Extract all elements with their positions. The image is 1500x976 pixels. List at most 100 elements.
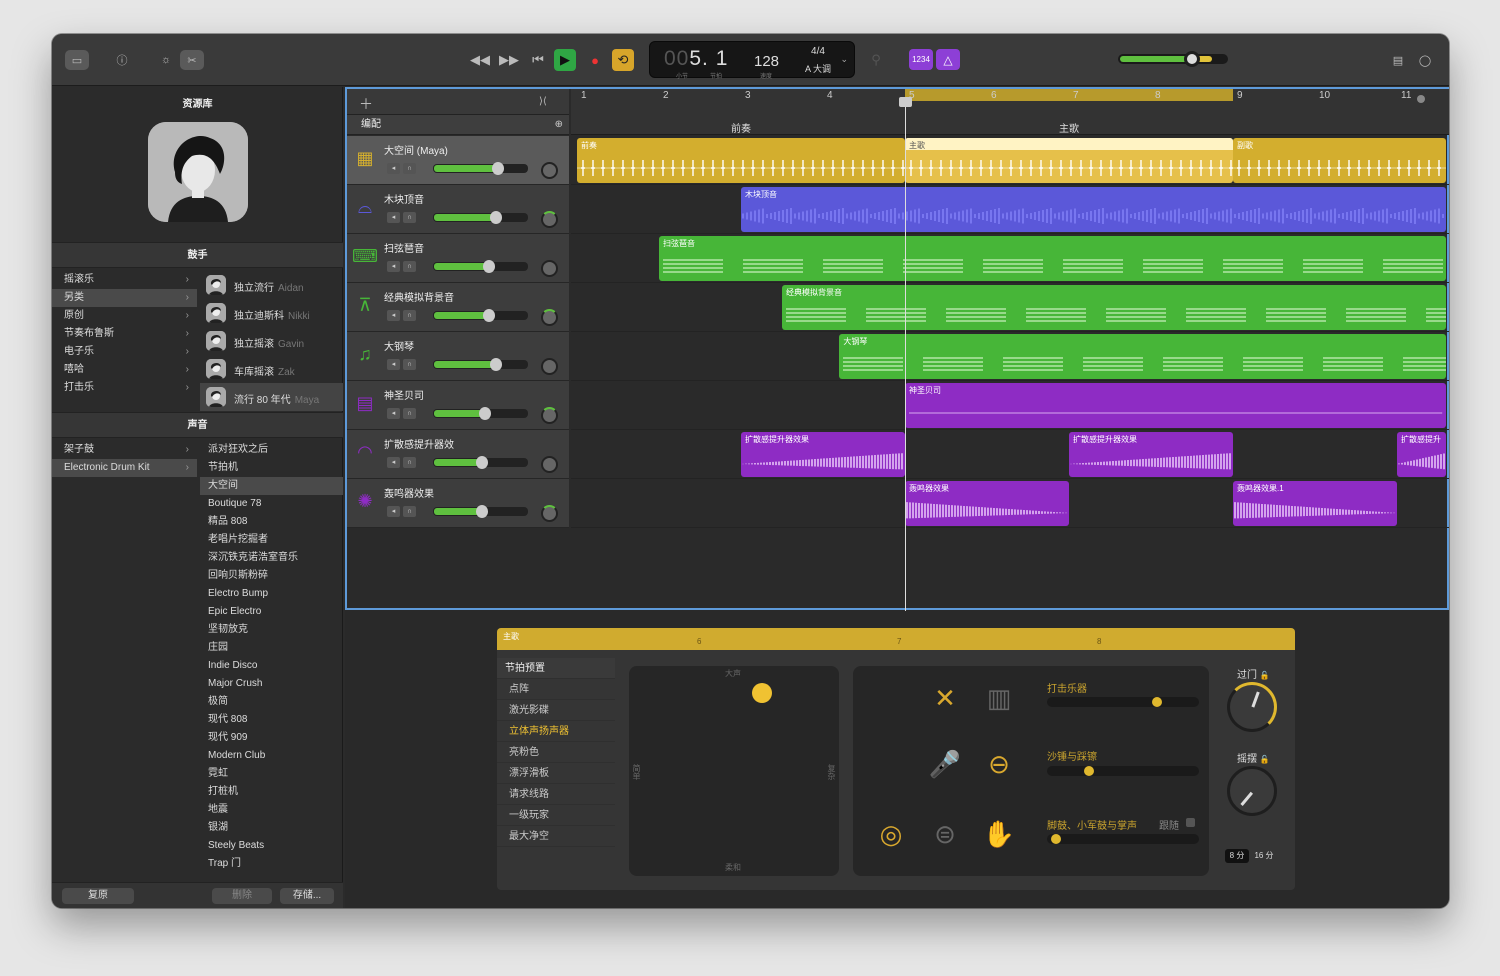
lock-icon[interactable]: 🔓 [1260,671,1270,680]
track-region[interactable]: 副歌 [1233,138,1447,183]
kick-drum-icon[interactable]: ◎ [871,814,911,854]
track-pan-knob[interactable] [541,505,558,522]
tuner-button[interactable]: ⚲ [865,49,887,71]
solo-button[interactable]: ∩ [403,163,416,174]
mute-button[interactable]: ◂ [387,457,400,468]
drummer-item[interactable]: 独立迪斯科 Nikki [200,299,343,327]
delete-button[interactable]: 删除 [212,888,272,904]
kit-item[interactable]: Modern Club [200,747,343,765]
go-to-beginning-button[interactable]: ⏮ [527,49,549,71]
cycle-button[interactable]: ⟲ [612,49,634,71]
kit-category-item[interactable]: 架子鼓 › [52,441,197,459]
drummer-item[interactable]: 独立流行 Aidan [200,271,343,299]
shaker-slider-knob[interactable] [1083,766,1094,776]
kit-item[interactable]: 霓虹 [200,765,343,783]
clap-icon[interactable]: ✋ [979,814,1019,854]
track-volume-slider[interactable] [433,162,528,175]
kit-item[interactable]: 精品 808 [200,513,343,531]
track-region[interactable]: 神圣贝司 [905,383,1447,428]
smart-controls-button[interactable]: ☼ [154,50,178,70]
track-volume-slider[interactable] [433,211,528,224]
swing-lock-icon[interactable]: 🔓 [1260,755,1270,764]
kit-item[interactable]: 现代 808 [200,711,343,729]
kit-item[interactable]: 老唱片挖掘者 [200,531,343,549]
track-lane[interactable]: 扩散感提升器效果 扩散感提升器效果 扩散感提升 [571,430,1449,479]
genre-item[interactable]: 电子乐 › [52,343,197,361]
track-lane[interactable]: 轰鸣器效果 轰鸣器效果.1 [571,479,1449,528]
lcd-display[interactable]: 005. 1 小节 节拍 128 速度 4/4 A 大调 ⌄ [649,41,855,80]
track-volume-knob[interactable] [482,260,495,273]
kit-category-item[interactable]: Electronic Drum Kit › [52,459,197,477]
genre-item[interactable]: 原创 › [52,307,197,325]
mute-button[interactable]: ◂ [387,261,400,272]
track-header[interactable]: ⌓ 木块顶音 ◂ ∩ [347,185,569,234]
rewind-button[interactable]: ◀◀ [469,49,491,71]
arrangement-section-label[interactable]: 主歌 [1059,120,1079,135]
track-region[interactable]: 经典模拟背景音 [782,285,1447,330]
track-pan-knob[interactable] [541,358,558,375]
beat-preset-item[interactable]: 一级玩家 [497,805,615,826]
record-button[interactable]: ● [584,49,606,71]
track-lane[interactable]: 经典模拟背景音 [571,283,1449,332]
mute-button[interactable]: ◂ [387,212,400,223]
track-volume-knob[interactable] [482,309,495,322]
track-volume-slider[interactable] [433,456,528,469]
hihat-icon[interactable]: ⊖ [979,744,1019,784]
drummer-item[interactable]: 独立摇滚 Gavin [200,327,343,355]
track-region[interactable]: 大钢琴 [839,334,1447,379]
genre-item[interactable]: 摇滚乐 › [52,271,197,289]
track-pan-knob[interactable] [541,309,558,326]
editors-button[interactable]: ✂ [180,50,204,70]
count-in-button[interactable]: 1234 [909,49,933,70]
track-volume-knob[interactable] [476,456,489,469]
add-section-icon[interactable]: ⊕ [555,115,563,135]
percussion-slider[interactable] [1047,697,1199,707]
kick-slider-knob[interactable] [1051,834,1062,844]
snare-icon[interactable]: ⊜ [925,814,965,854]
track-volume-knob[interactable] [479,407,492,420]
track-volume-knob[interactable] [490,211,503,224]
track-volume-slider[interactable] [433,407,528,420]
sixteenth-note-toggle[interactable]: 16 分 [1251,849,1277,863]
beat-preset-item[interactable]: 请求线路 [497,784,615,805]
track-lane[interactable]: 扫弦琶音 [571,234,1449,283]
save-button[interactable]: 存储... [280,888,334,904]
kit-item[interactable]: Boutique 78 [200,495,343,513]
shaker-slider[interactable] [1047,766,1199,776]
kit-item[interactable]: 打桩机 [200,783,343,801]
catch-playhead-button[interactable]: ⟩⟨ [539,96,547,107]
solo-button[interactable]: ∩ [403,506,416,517]
track-volume-knob[interactable] [490,358,503,371]
swing-knob[interactable] [1227,766,1277,816]
beat-preset-item[interactable]: 漂浮滑板 [497,763,615,784]
drummer-item[interactable]: 车库摇滚 Zak [200,355,343,383]
beat-preset-item[interactable]: 最大净空 [497,826,615,847]
track-header[interactable]: ⌨ 扫弦琶音 ◂ ∩ [347,234,569,283]
help-button[interactable]: ⓘ [110,50,134,70]
track-header[interactable]: ▦ 大空间 (Maya) ◂ ∩ [347,136,569,185]
editor-ruler[interactable]: 主歌 6 7 8 [497,628,1295,650]
track-lane[interactable]: 大钢琴 [571,332,1449,381]
track-header[interactable]: ⊼ 经典模拟背景音 ◂ ∩ [347,283,569,332]
track-lane[interactable]: 前奏 主歌 副歌 [571,136,1449,185]
track-region[interactable]: 扩散感提升 [1397,432,1447,477]
kit-item[interactable]: 大空间 [200,477,343,495]
eighth-note-toggle[interactable]: 8 分 [1225,849,1249,863]
kit-item[interactable]: Indie Disco [200,657,343,675]
track-header[interactable]: ◠ 扩散感提升器效 ◂ ∩ [347,430,569,479]
kit-item[interactable]: 极简 [200,693,343,711]
track-pan-knob[interactable] [541,211,558,228]
kit-item[interactable]: 地震 [200,801,343,819]
note-pad-button[interactable]: ▤ [1388,50,1408,70]
track-header[interactable]: ✺ 轰鸣器效果 ◂ ∩ [347,479,569,528]
kit-item[interactable]: 回响贝斯粉碎 [200,567,343,585]
track-pan-knob[interactable] [541,456,558,473]
track-region[interactable]: 扩散感提升器效果 [1069,432,1233,477]
playhead-handle[interactable] [899,97,912,107]
play-button[interactable]: ▶ [554,49,576,71]
kit-item[interactable]: Epic Electro [200,603,343,621]
playhead[interactable] [905,101,906,611]
kit-item[interactable]: 银湖 [200,819,343,837]
fills-knob[interactable] [1227,682,1277,732]
track-pan-knob[interactable] [541,407,558,424]
